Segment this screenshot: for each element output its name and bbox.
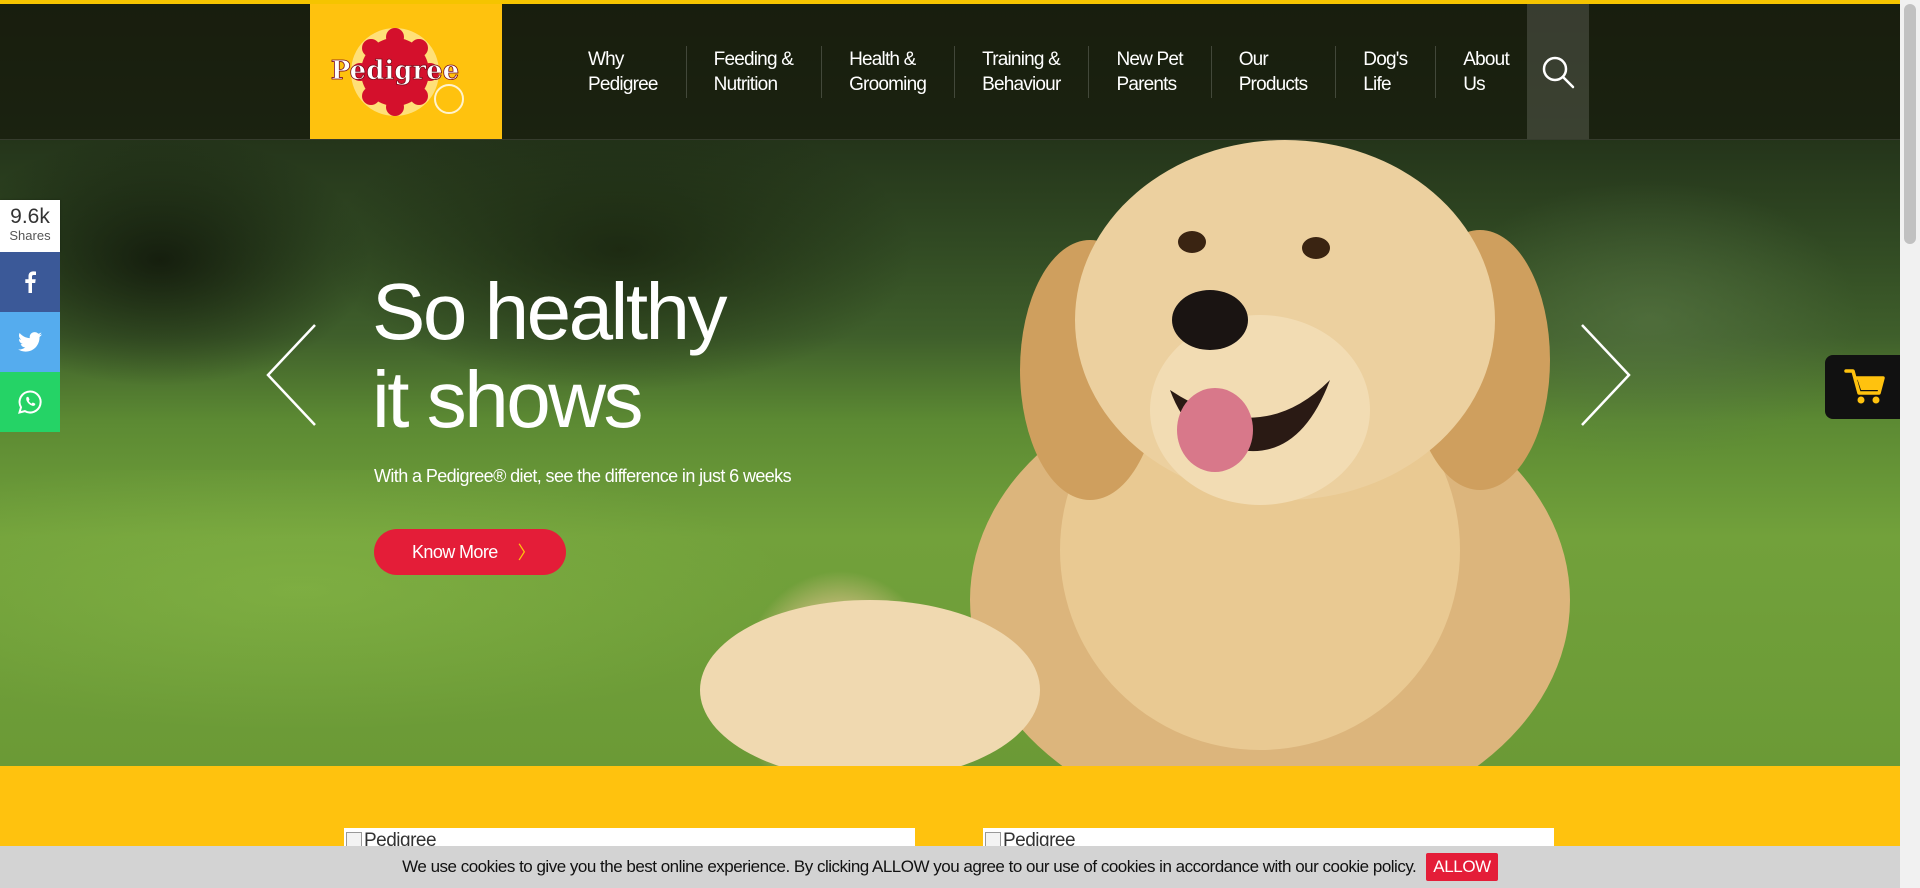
share-whatsapp-button[interactable] — [0, 372, 60, 432]
share-count-label: Shares — [9, 228, 51, 243]
site-header: Pedigree Why Pedigree Feeding & Nutritio… — [0, 4, 1900, 140]
know-more-label: Know More — [412, 541, 498, 562]
main-nav: Why Pedigree Feeding & Nutrition Health … — [560, 4, 1537, 139]
share-count: 9.6k Shares — [0, 200, 60, 252]
nav-health-grooming[interactable]: Health & Grooming — [821, 4, 954, 139]
carousel-prev-arrow[interactable] — [260, 320, 320, 430]
pedigree-logo-mark: Pedigree — [331, 27, 464, 116]
dog-illustration — [700, 140, 1570, 766]
scrollbar-thumb[interactable] — [1904, 4, 1916, 244]
carousel-next-arrow[interactable] — [1577, 320, 1637, 430]
share-facebook-button[interactable] — [0, 252, 60, 312]
search-icon — [1542, 56, 1575, 88]
cookie-message: We use cookies to give you the best onli… — [402, 857, 1417, 876]
hero-headline: So healthy it shows — [372, 267, 728, 444]
hero-headline-line-1: So healthy — [372, 267, 728, 356]
chevron-right-icon: 〉 — [517, 543, 536, 563]
nav-training-behaviour[interactable]: Training & Behaviour — [954, 4, 1088, 139]
hero-subline: With a Pedigree® diet, see the differenc… — [374, 466, 792, 486]
svg-text:Pedigree: Pedigree — [331, 56, 459, 86]
cookie-allow-button[interactable]: ALLOW — [1426, 853, 1498, 881]
hero-headline-line-2: it shows — [372, 355, 643, 444]
nav-new-pet-parents[interactable]: New Pet Parents — [1088, 4, 1210, 139]
share-twitter-button[interactable] — [0, 312, 60, 372]
search-button[interactable] — [1527, 4, 1589, 139]
twitter-icon — [18, 332, 42, 352]
nav-why-pedigree[interactable]: Why Pedigree — [560, 4, 686, 139]
facebook-icon — [25, 271, 36, 293]
share-count-number: 9.6k — [10, 205, 50, 228]
top-accent-line — [0, 0, 1920, 4]
cookie-banner: We use cookies to give you the best onli… — [0, 846, 1900, 888]
cart-icon — [1844, 369, 1885, 404]
nav-about-us[interactable]: About Us — [1435, 4, 1537, 139]
whatsapp-icon — [18, 390, 42, 414]
nav-dogs-life[interactable]: Dog's Life — [1335, 4, 1435, 139]
nav-our-products[interactable]: Our Products — [1210, 4, 1336, 139]
nav-feeding-nutrition[interactable]: Feeding & Nutrition — [685, 4, 821, 139]
cart-button[interactable] — [1825, 355, 1905, 419]
know-more-button[interactable]: Know More 〉 — [374, 529, 566, 575]
pedigree-logo[interactable]: Pedigree — [310, 4, 502, 139]
page-scrollbar[interactable] — [1900, 0, 1920, 888]
